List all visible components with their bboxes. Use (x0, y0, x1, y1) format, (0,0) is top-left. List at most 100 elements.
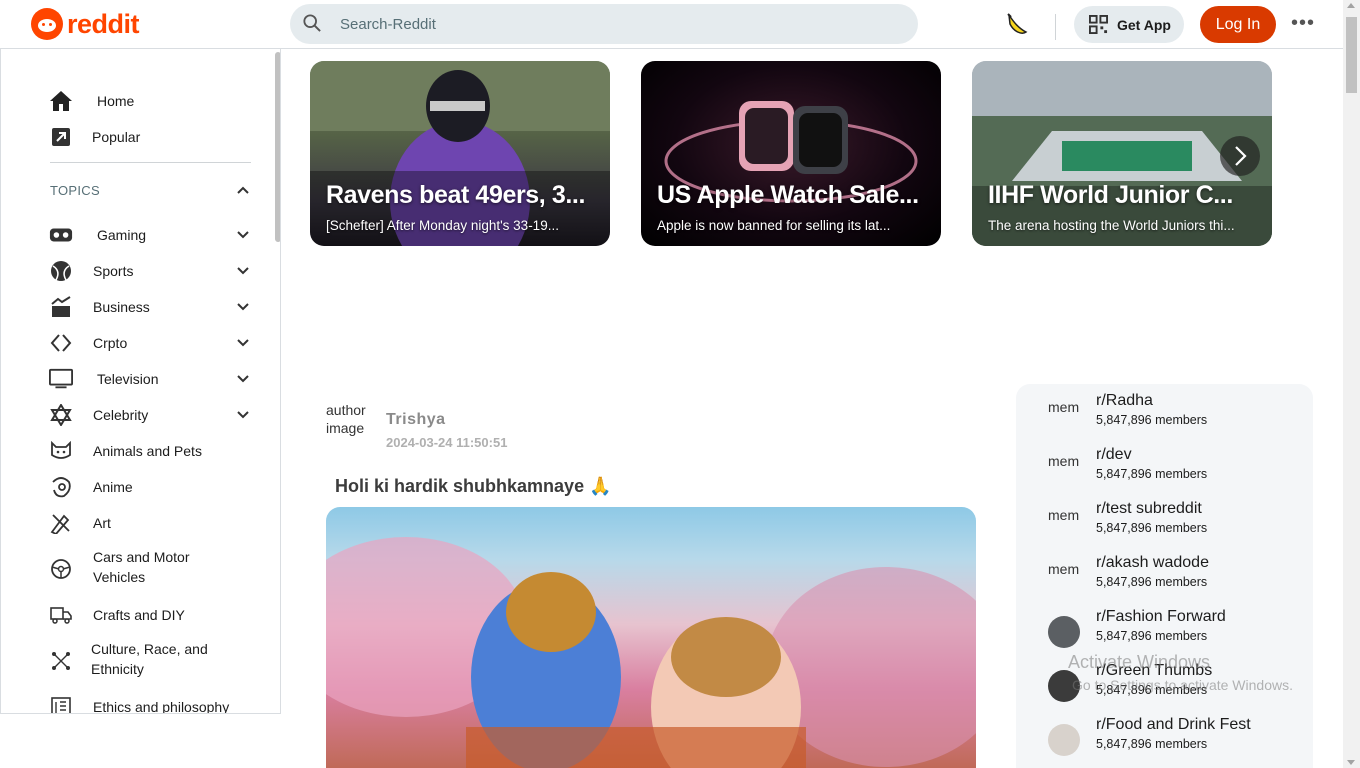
topic-label: Celebrity (93, 407, 149, 423)
activate-windows-title: Activate Windows (1068, 652, 1211, 672)
topic-label: Cars and Motor Vehicles (93, 549, 190, 585)
topic-label: Crafts and DIY (93, 607, 185, 623)
login-button[interactable]: Log In (1200, 6, 1276, 43)
sidebar-item-gaming[interactable]: Gaming (49, 223, 146, 247)
crypto-icon (49, 331, 73, 355)
cat-icon (49, 439, 73, 463)
scroll-up-arrow-icon[interactable] (1347, 3, 1355, 8)
reddit-alien-icon (31, 8, 63, 40)
culture-icon (49, 649, 73, 673)
post-author[interactable]: Trishya (386, 411, 446, 429)
holi-artwork-image (326, 537, 976, 768)
community-members: 5,847,896 members (1096, 521, 1208, 535)
sidebar-item-crypto[interactable]: Crpto (49, 331, 127, 355)
community-name[interactable]: r/test subreddit (1096, 500, 1202, 518)
author-avatar[interactable]: author image (326, 401, 370, 455)
post-image[interactable] (326, 507, 976, 768)
sidebar-item-animals[interactable]: Animals and Pets (49, 439, 202, 463)
chevron-down-icon[interactable] (237, 375, 249, 383)
sidebar-item-culture[interactable]: Culture, Race, and Ethnicity (49, 639, 231, 679)
topic-label: Anime (93, 479, 133, 495)
top-header: reddit Get App Log In ••• (0, 0, 1343, 49)
search-bar[interactable] (290, 4, 918, 44)
topic-label: Animals and Pets (93, 443, 202, 459)
community-avatar: member (1048, 454, 1080, 469)
community-avatar (1048, 724, 1080, 756)
header-divider (1055, 14, 1056, 40)
sidebar-item-celebrity[interactable]: Celebrity (49, 403, 148, 427)
community-avatar: member (1048, 562, 1080, 577)
business-icon (49, 295, 73, 319)
get-app-button[interactable]: Get App (1074, 6, 1184, 43)
community-name[interactable]: r/akash wadode (1096, 554, 1209, 572)
carousel-next-button[interactable] (1220, 136, 1260, 176)
sidebar-item-anime[interactable]: Anime (49, 475, 133, 499)
community-name[interactable]: r/Radha (1096, 392, 1153, 410)
steering-wheel-icon (49, 557, 73, 581)
activate-windows-subtitle: Go to Settings to activate Windows. (1072, 677, 1293, 693)
sidebar-item-cars[interactable]: Cars and Motor Vehicles (49, 547, 223, 587)
scroll-down-arrow-icon[interactable] (1347, 760, 1355, 765)
chevron-up-icon[interactable] (237, 186, 249, 194)
anime-icon (49, 475, 73, 499)
community-name[interactable]: r/dev (1096, 446, 1132, 464)
topics-heading[interactable]: TOPICS (50, 183, 100, 198)
chevron-down-icon[interactable] (237, 411, 249, 419)
community-avatar: member (1048, 400, 1080, 415)
topic-label: Art (93, 515, 111, 531)
tv-icon (49, 367, 73, 391)
chevron-down-icon[interactable] (237, 231, 249, 239)
star-icon (49, 403, 73, 427)
card-title: IIHF World Junior C... (988, 181, 1233, 209)
community-avatar (1048, 616, 1080, 648)
chevron-down-icon[interactable] (237, 303, 249, 311)
page-scrollbar[interactable] (1343, 0, 1360, 768)
art-icon (49, 511, 73, 535)
card-subtitle: [Schefter] After Monday night's 33-19... (326, 218, 559, 233)
sidebar-divider (50, 162, 251, 163)
logo-text: reddit (67, 8, 140, 39)
post-title[interactable]: Holi ki hardik shubhkamnaye 🙏 (335, 476, 612, 497)
sidebar-scrollbar[interactable] (275, 52, 280, 242)
sidebar-item-sports[interactable]: Sports (49, 259, 133, 283)
topic-label: Sports (93, 263, 134, 279)
topic-label: Gaming (97, 227, 147, 243)
sidebar-item-television[interactable]: Television (49, 367, 158, 391)
chevron-down-icon[interactable] (237, 339, 249, 347)
truck-icon (49, 603, 73, 627)
home-icon (49, 89, 73, 113)
chevron-right-icon (1235, 146, 1247, 166)
sidebar-item-ethics[interactable]: Ethics and philosophy (49, 695, 229, 713)
community-members: 5,847,896 members (1096, 413, 1208, 427)
banana-icon[interactable] (1004, 11, 1030, 37)
card-subtitle: The arena hosting the World Juniors thi.… (988, 218, 1235, 233)
sidebar-item-popular[interactable]: Popular (49, 125, 140, 149)
get-app-label: Get App (1117, 16, 1171, 33)
sidebar-item-home[interactable]: Home (49, 89, 134, 113)
topic-label: Television (97, 371, 159, 387)
sidebar-item-art[interactable]: Art (49, 511, 111, 535)
scroll-thumb[interactable] (1346, 17, 1357, 93)
topic-label: Culture, Race, and Ethnicity (91, 641, 208, 677)
community-name[interactable]: r/Fashion Forward (1096, 608, 1226, 626)
sidebar-item-crafts[interactable]: Crafts and DIY (49, 603, 185, 627)
community-members: 5,847,896 members (1096, 737, 1208, 751)
topic-label: Crpto (93, 335, 128, 351)
chevron-down-icon[interactable] (237, 267, 249, 275)
search-icon (303, 14, 321, 32)
carousel-card[interactable]: Ravens beat 49ers, 3... [Schefter] After… (310, 61, 610, 246)
popular-label: Popular (92, 129, 141, 145)
card-subtitle: Apple is now banned for selling its lat.… (657, 218, 891, 233)
left-sidebar: Home Popular TOPICS Gaming Sports Busine… (0, 49, 281, 714)
community-avatar: member (1048, 508, 1080, 523)
card-title: US Apple Watch Sale... (657, 181, 919, 209)
community-members: 5,847,896 members (1096, 575, 1208, 589)
search-input[interactable] (340, 15, 880, 33)
sidebar-item-business[interactable]: Business (49, 295, 150, 319)
reddit-logo[interactable]: reddit (31, 8, 140, 40)
community-members: 5,847,896 members (1096, 467, 1208, 481)
ball-icon (49, 259, 73, 283)
carousel-card[interactable]: US Apple Watch Sale... Apple is now bann… (641, 61, 941, 246)
more-options-icon[interactable]: ••• (1290, 12, 1316, 36)
community-name[interactable]: r/Food and Drink Fest (1096, 716, 1251, 734)
